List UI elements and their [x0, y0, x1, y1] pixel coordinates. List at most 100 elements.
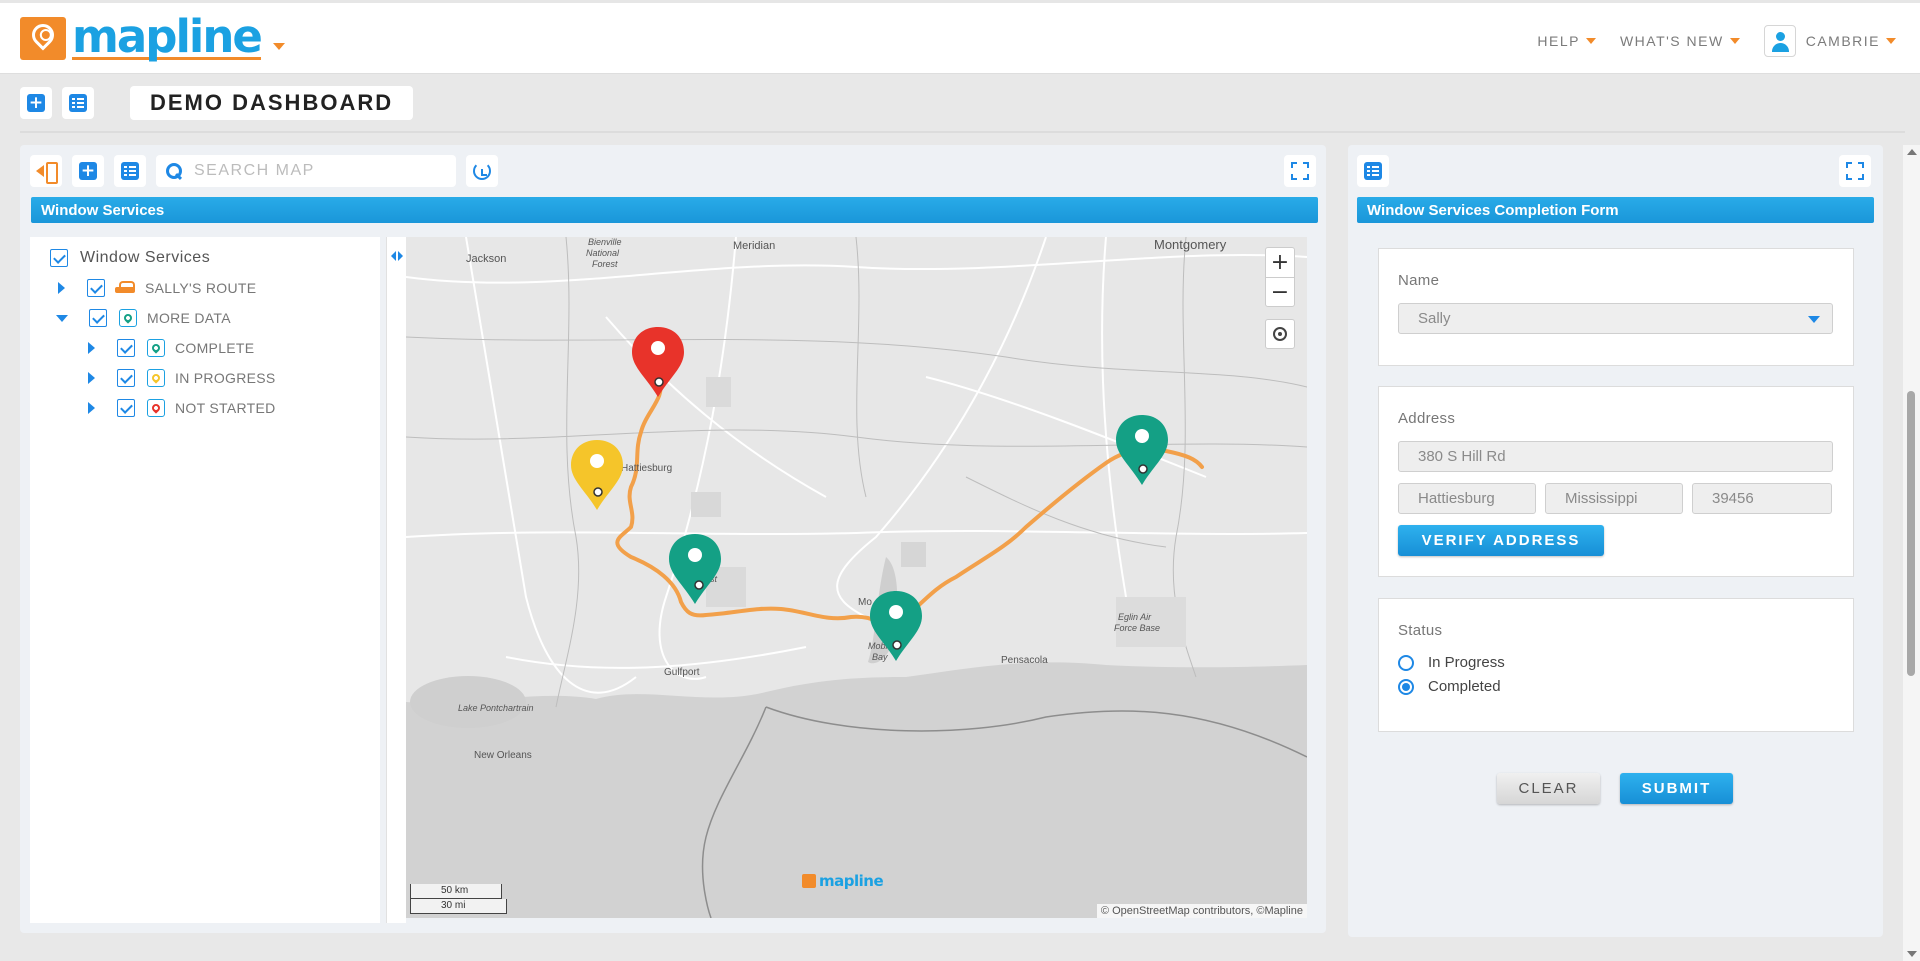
plus-icon: +	[27, 93, 45, 113]
help-menu[interactable]: HELP	[1537, 33, 1596, 49]
address-card: Address 380 S Hill Rd Hattiesburg Missis…	[1378, 386, 1854, 577]
zoom-out-button[interactable]: −	[1266, 277, 1294, 306]
tree-root-label: Window Services	[80, 249, 211, 266]
whats-new-menu[interactable]: WHAT'S NEW	[1620, 33, 1740, 49]
map-label-mobile-bay: Mobile	[868, 641, 895, 651]
help-menu-label: HELP	[1537, 33, 1580, 49]
chevron-down-icon	[1729, 38, 1740, 44]
state-field[interactable]: Mississippi	[1545, 483, 1683, 514]
zip-field[interactable]: 39456	[1692, 483, 1832, 514]
name-select[interactable]: Sally	[1398, 303, 1833, 334]
map-label-national: National	[586, 248, 620, 258]
dashboard-list-button[interactable]	[62, 87, 94, 119]
collapse-sidebar-button[interactable]	[30, 155, 62, 187]
map-label-forest: Forest	[592, 259, 618, 269]
map-label-new-orleans: New Orleans	[474, 750, 532, 761]
submit-button[interactable]: SUBMIT	[1620, 773, 1733, 804]
address-label: Address	[1398, 410, 1456, 427]
chevron-right-icon[interactable]	[88, 402, 95, 414]
form-list-button[interactable]	[1357, 155, 1389, 187]
chevron-right-icon[interactable]	[88, 342, 95, 354]
map-label-jackson: Jackson	[466, 253, 506, 265]
status-option-completed[interactable]: Completed	[1398, 678, 1501, 695]
mapline-logo[interactable]: mapline	[20, 10, 285, 63]
tree-item-label: NOT STARTED	[175, 400, 276, 416]
yellow-pin-icon	[147, 369, 165, 387]
top-nav: HELP WHAT'S NEW CAMBRIE	[1537, 23, 1920, 59]
tree-item-sallys-route[interactable]: SALLY'S ROUTE	[58, 277, 256, 299]
layer-checkbox[interactable]	[87, 279, 105, 297]
clear-button[interactable]: CLEAR	[1497, 773, 1600, 804]
layer-list-button[interactable]	[114, 155, 146, 187]
status-label: Status	[1398, 622, 1443, 639]
chevron-down-icon[interactable]	[272, 43, 285, 50]
scroll-up-icon[interactable]	[1907, 149, 1917, 155]
radio-button[interactable]	[1398, 654, 1414, 671]
red-pin-icon	[147, 399, 165, 417]
chevron-down-icon[interactable]	[56, 314, 68, 322]
refresh-button[interactable]	[466, 155, 498, 187]
form-header: Window Services Completion Form	[1357, 197, 1874, 223]
panel-splitter[interactable]	[386, 237, 406, 923]
layer-checkbox[interactable]	[50, 249, 68, 267]
chevron-right-icon[interactable]	[88, 372, 95, 384]
user-menu[interactable]: CAMBRIE	[1763, 25, 1896, 57]
scroll-down-icon[interactable]	[1907, 951, 1917, 957]
page-scrollbar[interactable]	[1903, 145, 1920, 961]
tree-item-more-data[interactable]: MORE DATA	[56, 307, 231, 329]
map-watermark-logo: mapline	[802, 872, 884, 890]
top-bar: mapline HELP WHAT'S NEW CAMBRIE	[0, 0, 1920, 74]
resize-arrows-icon[interactable]	[391, 251, 403, 261]
map-attribution[interactable]: © OpenStreetMap contributors, ©Mapline	[1096, 904, 1307, 918]
map-label-desoto: Soto	[697, 553, 716, 563]
tree-item-label: IN PROGRESS	[175, 370, 276, 386]
add-layer-button[interactable]: +	[72, 155, 104, 187]
search-input[interactable]	[194, 162, 444, 180]
map-label-lake-pontchartrain: Lake Pontchartrain	[458, 703, 534, 713]
map-search[interactable]	[156, 155, 456, 187]
logo-wordmark: mapline	[72, 10, 263, 63]
whats-new-label: WHAT'S NEW	[1619, 33, 1724, 49]
layer-checkbox[interactable]	[89, 309, 107, 327]
layer-checkbox[interactable]	[117, 339, 135, 357]
radio-button[interactable]	[1398, 678, 1414, 695]
name-card: Name Sally	[1378, 248, 1854, 366]
radio-label: In Progress	[1428, 654, 1505, 671]
divider	[20, 131, 1905, 133]
search-icon	[166, 163, 182, 179]
plus-icon: +	[79, 161, 97, 181]
tree-item-label: MORE DATA	[147, 310, 231, 326]
verify-address-button[interactable]: VERIFY ADDRESS	[1398, 525, 1604, 556]
city-field[interactable]: Hattiesburg	[1398, 483, 1536, 514]
fullscreen-button[interactable]	[1284, 155, 1316, 187]
tree-item-not-started[interactable]: NOT STARTED	[88, 397, 276, 419]
layer-checkbox[interactable]	[117, 369, 135, 387]
scrollbar-thumb[interactable]	[1907, 391, 1915, 676]
street-field[interactable]: 380 S Hill Rd	[1398, 441, 1833, 472]
logo-pin-icon	[802, 874, 816, 888]
map-label-bienville: Bienville	[588, 237, 622, 247]
status-option-in-progress[interactable]: In Progress	[1398, 654, 1505, 671]
tree-item-complete[interactable]: COMPLETE	[88, 337, 254, 359]
map-canvas[interactable]: Jackson Meridian Montgomery Bienville Na…	[406, 237, 1307, 918]
form-fullscreen-button[interactable]	[1839, 155, 1871, 187]
user-name: CAMBRIE	[1805, 33, 1880, 49]
name-label: Name	[1398, 272, 1440, 289]
name-select-value: Sally	[1418, 310, 1451, 327]
locate-button[interactable]	[1265, 319, 1295, 349]
map-label-pensacola: Pensacola	[1001, 655, 1048, 666]
collapse-icon	[36, 162, 58, 184]
layer-tree: Window Services SALLY'S ROUTE MORE DATA …	[30, 237, 380, 923]
zoom-in-button[interactable]: +	[1266, 248, 1294, 277]
tree-item-in-progress[interactable]: IN PROGRESS	[88, 367, 276, 389]
radio-label: Completed	[1428, 678, 1501, 695]
refresh-icon	[473, 162, 491, 180]
chevron-right-icon[interactable]	[58, 282, 65, 294]
page-title: DEMO DASHBOARD	[130, 86, 414, 120]
layer-checkbox[interactable]	[117, 399, 135, 417]
chevron-down-icon	[1886, 38, 1896, 44]
user-avatar-icon	[1763, 25, 1796, 57]
tree-item-label: SALLY'S ROUTE	[145, 280, 257, 296]
add-widget-button[interactable]: +	[20, 87, 52, 119]
scale-mi: 30 mi	[410, 899, 507, 914]
